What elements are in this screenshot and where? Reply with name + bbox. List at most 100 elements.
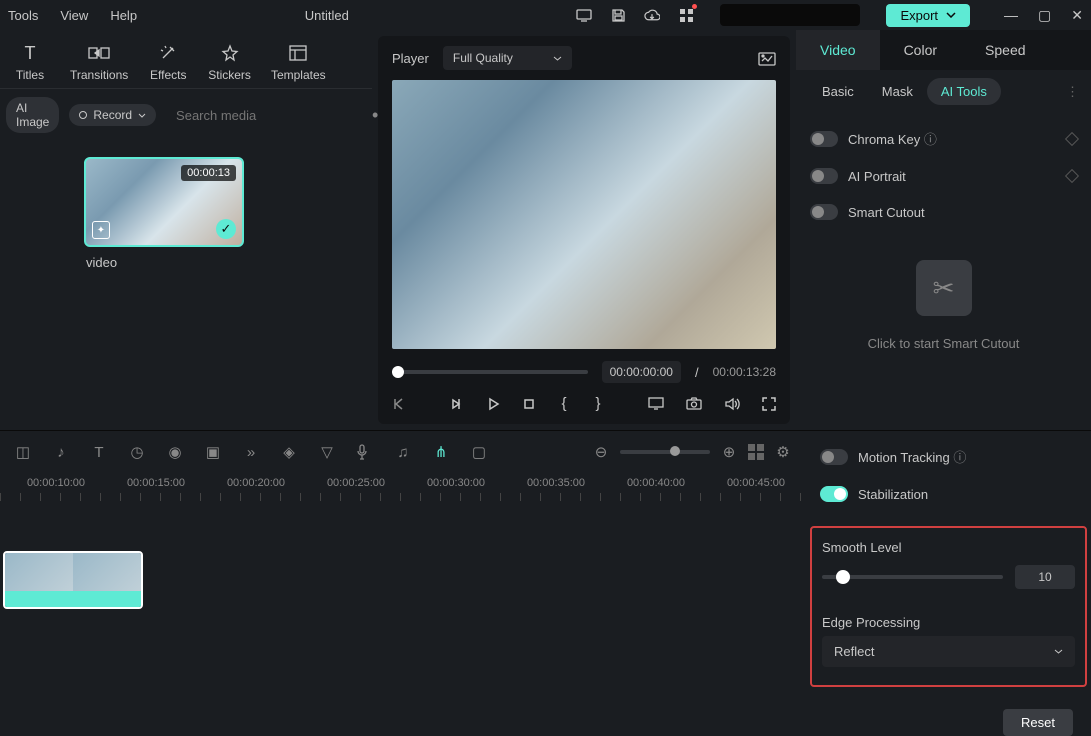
quality-select[interactable]: Full Quality: [443, 46, 572, 70]
zoom-slider[interactable]: [620, 450, 710, 454]
play-button[interactable]: [486, 397, 500, 411]
tab-color[interactable]: Color: [880, 30, 961, 70]
toggle-motion-tracking[interactable]: [820, 449, 848, 465]
timeline-ruler[interactable]: 00:00:10:00 00:00:15:00 00:00:20:00 00:0…: [0, 473, 806, 501]
keyframe-portrait[interactable]: [1065, 169, 1079, 183]
tab-templates[interactable]: Templates: [261, 36, 336, 88]
titlebar: Tools View Help Untitled Export — ▢ ✕: [0, 0, 1091, 30]
tab-transitions[interactable]: Transitions: [60, 36, 138, 88]
subtab-ai-tools[interactable]: AI Tools: [927, 78, 1001, 105]
subtab-basic[interactable]: Basic: [808, 78, 868, 105]
time-separator: /: [695, 365, 699, 380]
marker-tool[interactable]: ▽: [318, 443, 336, 461]
play-reverse-button[interactable]: [450, 397, 464, 411]
preview-viewport[interactable]: [392, 80, 776, 349]
sub-more-icon[interactable]: ⋮: [1066, 84, 1079, 100]
close-button[interactable]: ✕: [1071, 7, 1083, 24]
chevron-down-icon: [1054, 649, 1063, 654]
toggle-ai-portrait[interactable]: [810, 168, 838, 184]
cloud-icon[interactable]: [644, 7, 660, 23]
subtab-mask[interactable]: Mask: [868, 78, 927, 105]
text-tool[interactable]: T: [90, 444, 108, 461]
apps-icon[interactable]: [678, 7, 694, 23]
music-tool[interactable]: ♫: [394, 444, 412, 461]
toggle-stabilization[interactable]: [820, 486, 848, 502]
row-ai-portrait: AI Portrait: [810, 158, 1077, 194]
timeline-clip[interactable]: [3, 551, 143, 609]
frame-tool[interactable]: ▢: [470, 443, 488, 461]
duration-badge: 00:00:13: [181, 165, 236, 181]
filter-row: AI Image Record •••: [0, 88, 372, 141]
volume-icon[interactable]: [724, 397, 740, 411]
account-box[interactable]: [720, 4, 860, 26]
scrub-handle[interactable]: [392, 366, 404, 378]
minimize-button[interactable]: —: [1004, 7, 1018, 24]
magnet-tool[interactable]: ⋔: [432, 443, 450, 461]
color-tool[interactable]: ◉: [166, 443, 184, 461]
keyframe-chroma[interactable]: [1065, 131, 1079, 145]
row-chroma-key: Chroma Key ⓘ: [810, 119, 1077, 158]
reset-button[interactable]: Reset: [1003, 709, 1073, 736]
audio-tool[interactable]: ♪: [52, 444, 70, 461]
timeline-tracks[interactable]: [0, 501, 806, 609]
scrub-track[interactable]: [392, 370, 588, 374]
chevron-down-icon: [138, 113, 146, 118]
device-icon[interactable]: [576, 7, 592, 23]
layout-icon[interactable]: [748, 444, 764, 460]
smooth-slider-thumb[interactable]: [836, 570, 850, 584]
search-input[interactable]: [176, 108, 352, 123]
added-check-icon: ✓: [216, 219, 236, 239]
more-tools[interactable]: »: [242, 444, 260, 461]
row-smart-cutout: Smart Cutout: [810, 194, 1077, 230]
tab-stickers[interactable]: Stickers: [198, 36, 261, 88]
mark-out-button[interactable]: }: [592, 395, 604, 412]
voiceover-tool[interactable]: [356, 444, 374, 460]
settings-icon[interactable]: ⚙: [774, 443, 792, 461]
camera-icon[interactable]: [686, 397, 702, 410]
project-title: Untitled: [77, 8, 576, 23]
save-icon[interactable]: [610, 7, 626, 23]
clip-thumbnails: [5, 553, 141, 591]
total-time: 00:00:13:28: [713, 365, 776, 379]
tab-titles[interactable]: TTitles: [0, 36, 60, 88]
tab-effects[interactable]: Effects: [138, 36, 198, 88]
playback-controls: { }: [378, 389, 790, 424]
speed-tool[interactable]: ◷: [128, 443, 146, 461]
snapshot-icon[interactable]: [758, 51, 776, 66]
crop-tool[interactable]: ◫: [14, 443, 32, 461]
preview-panel: Player Full Quality 00:00:00:00 / 00:00:…: [378, 36, 790, 424]
ruler-ticks: [0, 493, 806, 501]
fullscreen-icon[interactable]: [762, 397, 776, 411]
info-icon[interactable]: ⓘ: [924, 132, 937, 147]
toggle-smart-cutout[interactable]: [810, 204, 838, 220]
menu-tools[interactable]: Tools: [8, 8, 38, 23]
zoom-out-button[interactable]: ⊖: [592, 443, 610, 461]
zoom-thumb[interactable]: [670, 446, 680, 456]
export-label: Export: [900, 8, 938, 23]
sub-tabs: Basic Mask AI Tools ⋮: [796, 70, 1091, 113]
stickers-icon: [219, 42, 241, 64]
property-tabs: Video Color Speed: [796, 30, 1091, 70]
tab-video[interactable]: Video: [796, 30, 880, 70]
toggle-chroma-key[interactable]: [810, 131, 838, 147]
clip-audio-track: [5, 591, 141, 607]
record-button[interactable]: Record: [69, 104, 156, 126]
media-clip[interactable]: 00:00:13 ✦ ✓: [84, 157, 244, 247]
smart-cutout-button[interactable]: ✂: [916, 260, 972, 316]
zoom-in-button[interactable]: ⊕: [720, 443, 738, 461]
media-panel: TTitles Transitions Effects Stickers Tem…: [0, 30, 372, 430]
edge-processing-select[interactable]: Reflect: [822, 636, 1075, 667]
mask-tool[interactable]: ▣: [204, 443, 222, 461]
tab-speed[interactable]: Speed: [961, 30, 1049, 70]
display-icon[interactable]: [648, 397, 664, 410]
keyframe-tool[interactable]: ◈: [280, 443, 298, 461]
smooth-slider[interactable]: [822, 575, 1003, 579]
export-button[interactable]: Export: [886, 4, 970, 27]
smooth-value[interactable]: 10: [1015, 565, 1075, 589]
stop-button[interactable]: [522, 397, 536, 411]
ai-image-button[interactable]: AI Image: [6, 97, 59, 133]
maximize-button[interactable]: ▢: [1038, 7, 1051, 24]
mark-in-button[interactable]: {: [558, 395, 570, 412]
info-icon[interactable]: ⓘ: [953, 450, 966, 465]
prev-frame-button[interactable]: [392, 397, 406, 411]
